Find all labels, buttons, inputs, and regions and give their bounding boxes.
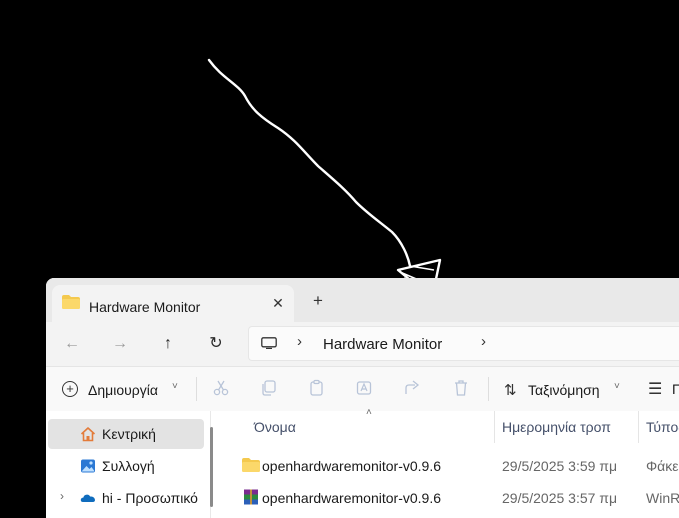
file-name: openhardwaremonitor-v0.9.6 — [262, 458, 441, 474]
tab-hardware-monitor[interactable]: Hardware Monitor ✕ — [52, 285, 294, 322]
sidebar-item-onedrive[interactable]: › hi - Προσωπικό — [48, 483, 204, 513]
breadcrumb-chevron-icon[interactable]: › — [481, 333, 486, 350]
chevron-down-icon: ˅ — [172, 381, 178, 392]
file-type: Φάκε — [646, 458, 679, 474]
column-header-date[interactable]: Ημερομηνία τροπ — [502, 419, 611, 435]
navigation-pane: Κεντρική Συλλογή › hi - Προσωπικό — [46, 411, 211, 518]
new-tab-button[interactable]: + — [308, 291, 328, 311]
tab-strip: Hardware Monitor ✕ + — [46, 278, 679, 322]
file-date: 29/5/2025 3:59 πμ — [502, 458, 618, 474]
command-bar: + Δημιουργία ˅ ⇅ Ταξινόμηση ˅ ☰ Π — [46, 366, 679, 411]
cut-icon[interactable] — [212, 379, 230, 397]
onedrive-icon — [80, 494, 95, 502]
column-header-type[interactable]: Τύπος — [646, 419, 679, 435]
sort-button-label: Ταξινόμηση — [528, 382, 600, 398]
explorer-body: Κεντρική Συλλογή › hi - Προσωπικό ˄ Όνομ… — [46, 407, 679, 518]
file-list: ˄ Όνομα Ημερομηνία τροπ Τύπος openhardwa… — [218, 407, 679, 518]
table-row[interactable]: openhardwaremonitor-v0.9.6 29/5/2025 3:5… — [218, 450, 679, 480]
navigation-bar: ← → ↑ ↻ › Hardware Monitor › — [46, 322, 679, 366]
view-icon[interactable]: ☰ — [648, 379, 662, 399]
file-explorer-window: Hardware Monitor ✕ + ← → ↑ ↻ › Hardware … — [46, 278, 679, 518]
paste-icon[interactable] — [308, 379, 326, 397]
scrollbar[interactable] — [210, 427, 213, 507]
view-button-label[interactable]: Π — [672, 381, 679, 397]
winrar-archive-icon — [244, 489, 258, 505]
chevron-right-icon[interactable]: › — [60, 489, 64, 503]
folder-icon — [242, 458, 260, 472]
delete-icon[interactable] — [452, 379, 470, 397]
column-divider[interactable] — [494, 411, 495, 443]
up-arrow-icon[interactable]: ↑ — [156, 332, 180, 356]
refresh-icon[interactable]: ↻ — [204, 332, 228, 356]
file-type: WinR — [646, 490, 679, 506]
folder-icon — [62, 295, 80, 309]
sidebar-item-label: Συλλογή — [102, 458, 155, 474]
tab-title: Hardware Monitor — [89, 299, 201, 315]
copy-icon[interactable] — [260, 379, 278, 397]
toolbar-divider — [488, 377, 489, 401]
sidebar-item-label: hi - Προσωπικό — [102, 490, 198, 506]
home-icon — [80, 427, 96, 442]
breadcrumb[interactable]: Hardware Monitor — [323, 336, 442, 353]
rename-icon[interactable] — [356, 379, 374, 397]
chevron-down-icon: ˅ — [614, 381, 620, 392]
close-tab-icon[interactable]: ✕ — [270, 295, 286, 311]
column-divider[interactable] — [638, 411, 639, 443]
new-button-label: Δημιουργία — [88, 382, 158, 398]
back-arrow-icon[interactable]: ← — [60, 332, 84, 356]
file-date: 29/5/2025 3:57 πμ — [502, 490, 618, 506]
forward-arrow-icon[interactable]: → — [108, 332, 132, 356]
sort-ascending-indicator: ˄ — [366, 407, 372, 418]
address-bar[interactable]: › Hardware Monitor › — [248, 326, 679, 361]
breadcrumb-separator[interactable]: › — [297, 333, 302, 350]
toolbar-divider — [196, 377, 197, 401]
file-name: openhardwaremonitor-v0.9.6 — [262, 490, 441, 506]
sort-icon: ⇅ — [504, 382, 517, 399]
column-header-name[interactable]: Όνομα — [254, 419, 296, 435]
gallery-icon — [81, 459, 95, 473]
plus-circle-icon: + — [62, 381, 78, 397]
computer-icon — [261, 337, 277, 349]
share-icon[interactable] — [404, 379, 422, 397]
sidebar-item-home[interactable]: Κεντρική — [48, 419, 204, 449]
sidebar-item-gallery[interactable]: Συλλογή — [48, 451, 204, 481]
sidebar-item-label: Κεντρική — [102, 426, 156, 442]
